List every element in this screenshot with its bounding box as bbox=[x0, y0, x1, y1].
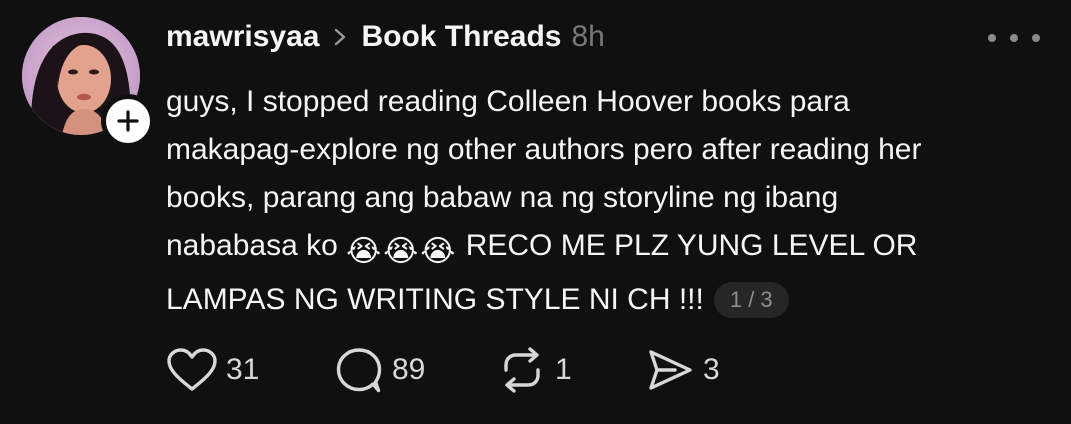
post-text-line: guys, I stopped reading Colleen Hoover b… bbox=[166, 85, 850, 118]
username-link[interactable]: mawrisyaa bbox=[166, 20, 319, 54]
post-text-segment: LAMPAS NG WRITING STYLE NI CH !!! bbox=[166, 283, 704, 316]
reply-button[interactable]: 89 bbox=[334, 346, 497, 394]
heart-icon bbox=[167, 348, 217, 391]
follow-button[interactable] bbox=[101, 94, 155, 148]
topic-link[interactable]: Book Threads bbox=[361, 20, 561, 54]
repost-button[interactable]: 1 bbox=[497, 346, 645, 394]
share-count: 3 bbox=[703, 353, 720, 386]
thread-post: mawrisyaa Book Threads 8h guys, I stoppe… bbox=[0, 0, 1071, 424]
post-actions: 31 89 1 3 bbox=[166, 344, 745, 396]
post-text-line: makapag-explore ng other authors pero af… bbox=[166, 133, 922, 166]
share-button[interactable]: 3 bbox=[645, 347, 745, 393]
like-count: 31 bbox=[226, 353, 260, 386]
reply-count: 89 bbox=[392, 353, 426, 386]
more-options-button[interactable] bbox=[988, 26, 1040, 50]
chevron-right-icon bbox=[333, 27, 347, 47]
crying-emoji-icon: 😭 bbox=[420, 235, 456, 268]
more-dots-icon bbox=[988, 34, 996, 42]
post-text-segment: nababasa ko bbox=[166, 229, 338, 262]
post-text-segment: RECO ME PLZ YUNG LEVEL OR bbox=[465, 229, 918, 262]
post-header: mawrisyaa Book Threads 8h bbox=[166, 14, 605, 60]
post-text-line-with-emoji: nababasa ko 😭😭😭 RECO ME PLZ YUNG LEVEL O… bbox=[166, 222, 1046, 276]
avatar-container bbox=[22, 17, 155, 148]
more-dots-icon bbox=[1010, 34, 1018, 42]
more-dots-icon bbox=[1032, 34, 1040, 42]
repost-count: 1 bbox=[555, 353, 572, 386]
post-content: guys, I stopped reading Colleen Hoover b… bbox=[166, 78, 1046, 324]
repost-icon bbox=[504, 347, 540, 393]
image-pager-badge[interactable]: 1 / 3 bbox=[713, 282, 789, 318]
like-button[interactable]: 31 bbox=[166, 347, 334, 393]
post-text-line: books, parang ang babaw na ng storyline … bbox=[166, 181, 839, 214]
comment-bubble-icon bbox=[336, 348, 382, 393]
crying-emoji-icon: 😭 bbox=[383, 235, 419, 268]
follow-button-inner bbox=[106, 99, 150, 143]
plus-icon bbox=[117, 110, 139, 132]
send-icon bbox=[649, 350, 692, 390]
post-time: 8h bbox=[571, 20, 605, 53]
crying-emoji-icon: 😭 bbox=[346, 235, 382, 268]
post-text-line-with-pager: LAMPAS NG WRITING STYLE NI CH !!! 1 / 3 bbox=[166, 276, 1046, 324]
